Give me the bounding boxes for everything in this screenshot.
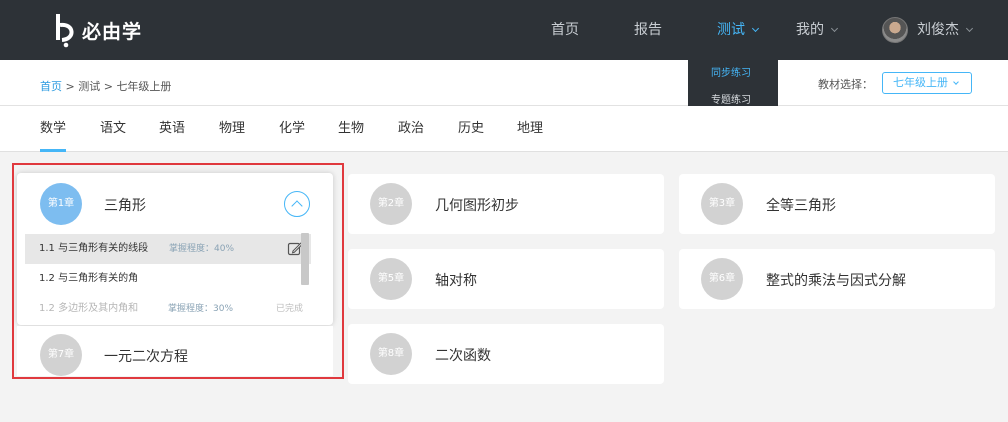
user-name: 刘俊杰 [917,22,959,38]
nav-home[interactable]: 首页 [551,0,579,60]
highlight-annotation-box [12,163,344,379]
chevron-down-icon [965,24,974,33]
tab-politics[interactable]: 政治 [398,106,424,152]
breadcrumb-home-link[interactable]: 首页 [40,80,62,93]
menu-item-sync-practice[interactable]: 同步练习 [688,60,778,87]
nav-mine[interactable]: 我的 [796,0,839,60]
tab-biology[interactable]: 生物 [338,106,364,152]
brand-logo[interactable]: 必由学 [54,10,142,50]
chevron-down-icon [830,24,839,33]
textbook-select-value: 七年级上册 [893,76,948,89]
tab-chinese[interactable]: 语文 [100,106,126,152]
chapter-card[interactable]: 第8章 二次函数 [348,324,664,384]
textbook-select[interactable]: 七年级上册 [882,72,972,94]
nav-mine-label: 我的 [796,22,824,38]
chapter-card[interactable]: 第5章 轴对称 [348,249,664,309]
tab-math[interactable]: 数学 [40,106,67,152]
nav-test-label: 测试 [717,22,745,38]
chapter-title: 几何图形初步 [435,198,519,214]
tab-chemistry[interactable]: 化学 [279,106,305,152]
user-avatar[interactable] [882,17,908,43]
chapter-badge: 第2章 [370,183,412,225]
chapter-badge: 第5章 [370,258,412,300]
chapter-badge: 第3章 [701,183,743,225]
chevron-down-icon [953,79,959,85]
breadcrumb-separator: > [65,80,75,93]
nav-report[interactable]: 报告 [634,0,662,60]
chapter-badge: 第8章 [370,333,412,375]
tab-history[interactable]: 历史 [458,106,484,152]
breadcrumb-test[interactable]: 测试 [78,80,100,93]
chapter-title: 整式的乘法与因式分解 [766,273,906,289]
breadcrumb-separator: > [103,80,113,93]
chapter-card[interactable]: 第3章 全等三角形 [679,174,995,234]
tab-physics[interactable]: 物理 [219,106,245,152]
breadcrumb-bar: 首页 > 测试 > 七年级上册 教材选择： 七年级上册 [0,60,1008,106]
user-menu[interactable]: 刘俊杰 [917,0,974,60]
nav-test[interactable]: 测试 [717,0,760,60]
subject-tabs: 数学 语文 英语 物理 化学 生物 政治 历史 地理 [0,106,1008,152]
textbook-label: 教材选择： [818,78,873,91]
tab-geography[interactable]: 地理 [517,106,543,152]
chapter-badge: 第6章 [701,258,743,300]
chapter-title: 二次函数 [435,348,491,364]
chapter-card[interactable]: 第6章 整式的乘法与因式分解 [679,249,995,309]
chapter-title: 全等三角形 [766,198,836,214]
breadcrumb: 首页 > 测试 > 七年级上册 [40,78,171,94]
breadcrumb-current: 七年级上册 [116,80,172,93]
logo-text: 必由学 [82,20,143,43]
logo-icon [56,14,74,48]
chapter-card[interactable]: 第2章 几何图形初步 [348,174,664,234]
top-nav-bar: 必由学 首页 报告 测试 我的 刘俊杰 [0,0,1008,60]
chapter-title: 轴对称 [435,273,477,289]
chevron-down-icon [751,24,760,33]
tab-english[interactable]: 英语 [159,106,185,152]
